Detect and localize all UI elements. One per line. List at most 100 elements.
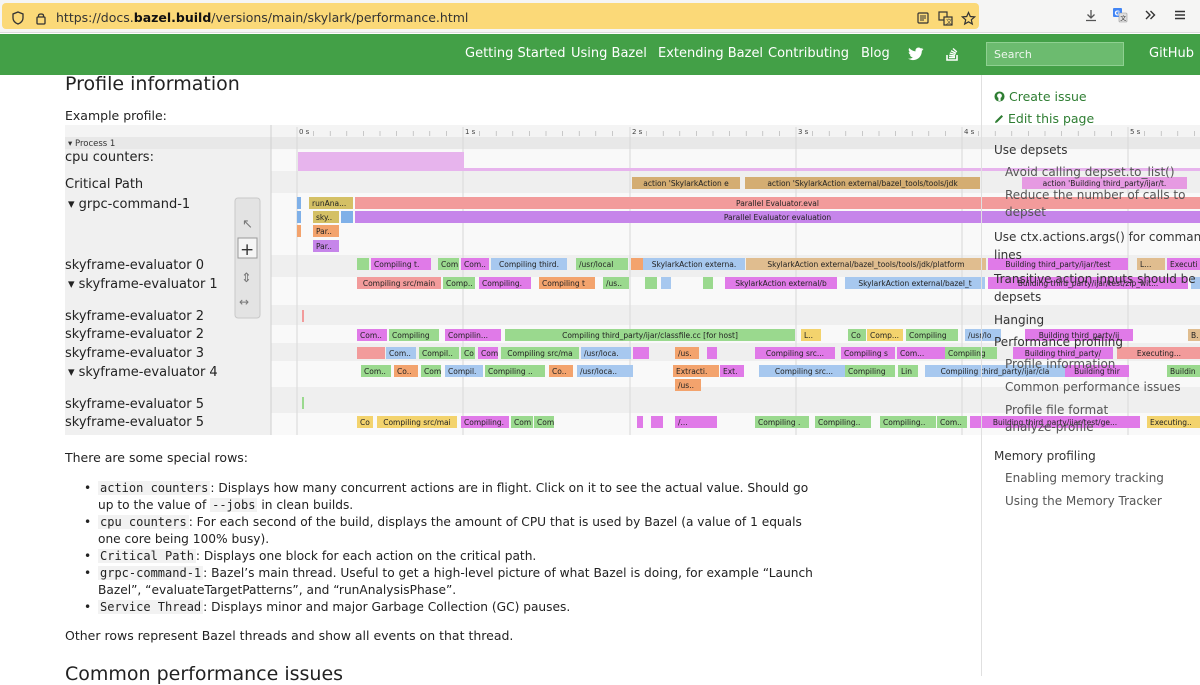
profile-block-label: Compiling: [392, 331, 430, 340]
profile-block-label: /us.: [678, 349, 692, 358]
toc-item[interactable]: Performance profiling: [994, 335, 1123, 349]
create-issue-link[interactable]: Create issue: [994, 89, 1087, 104]
toc-item[interactable]: Use depsets: [994, 143, 1067, 157]
list-item-text: : Displays one block for each action on …: [195, 549, 537, 563]
list-item-text: in clean builds.: [257, 498, 354, 513]
profile-block-label: Comp...: [870, 331, 899, 340]
toc-item[interactable]: Profile information: [1005, 357, 1115, 371]
toc-item[interactable]: Avoid calling depset.to_list(): [1005, 165, 1175, 179]
shield-icon[interactable]: [10, 10, 26, 26]
profile-block: [645, 277, 657, 289]
search-input[interactable]: [986, 42, 1124, 66]
toc-sidebar: Create issue Edit this page Use depsets A…: [981, 75, 1200, 676]
profile-block-label: Compiling third.: [499, 260, 559, 269]
profile-block-label: L..: [804, 331, 813, 340]
lock-icon[interactable]: [33, 10, 49, 26]
nav-using-bazel[interactable]: Using Bazel: [571, 46, 647, 61]
profile-block-label: Co..: [397, 367, 411, 376]
nav-getting-started[interactable]: Getting Started: [465, 46, 566, 61]
edit-page-link[interactable]: Edit this page: [994, 111, 1094, 126]
list-item: Service Thread: Displays minor and major…: [84, 599, 814, 616]
profile-block-label: Compiling s: [844, 349, 888, 358]
profile-block-label: Compiling .: [758, 418, 800, 427]
profile-block: [357, 258, 369, 270]
nav-contributing[interactable]: Contributing: [768, 46, 849, 61]
edit-page-label: Edit this page: [1007, 111, 1095, 126]
site-navbar: Getting Started Using Bazel Extending Ba…: [0, 34, 1200, 75]
profile-block-label: Com..: [360, 331, 382, 340]
overflow-icon[interactable]: [1142, 7, 1158, 23]
url-path: /versions/main/skylark/performance.html: [211, 10, 469, 25]
profile-block-label: Com...: [900, 349, 924, 358]
list-item: cpu counters: For each second of the bui…: [84, 514, 814, 548]
profile-block-label: action 'SkylarkAction e: [643, 179, 729, 188]
nav-extending-bazel[interactable]: Extending Bazel: [658, 46, 763, 61]
profile-block-label: Compiling src...: [775, 367, 833, 376]
menu-icon[interactable]: [1172, 7, 1188, 23]
toc-item[interactable]: analyze-profile: [1005, 420, 1094, 434]
select-tool-icon: ↖: [242, 217, 253, 232]
profile-block-label: /us..: [606, 279, 622, 288]
profile-block-label: Compiling third_party/ijar/classfile.cc …: [562, 331, 738, 340]
nav-github[interactable]: GitHub: [1149, 46, 1194, 61]
profile-block-label: Co..: [552, 367, 566, 376]
profile-block: [707, 347, 717, 359]
profile-block-label: SkylarkAction externa.: [652, 260, 736, 269]
svg-text:文: 文: [946, 18, 952, 26]
toc-item[interactable]: depset: [1005, 205, 1046, 219]
other-rows-text: Other rows represent Bazel threads and s…: [65, 628, 514, 643]
profile-block: [633, 347, 649, 359]
profile-block-label: Extracti.: [676, 367, 707, 376]
toc-item[interactable]: Profile file format: [1005, 403, 1108, 417]
reader-icon[interactable]: [915, 10, 931, 26]
special-rows-intro: There are some special rows:: [65, 450, 249, 465]
list-item-text: : For each second of the build, displays…: [98, 515, 802, 547]
svg-text:文: 文: [1120, 15, 1126, 23]
star-icon[interactable]: [960, 10, 976, 26]
zoom-in-icon: +: [240, 240, 254, 260]
profile-block-label: Com: [441, 260, 458, 269]
browser-toolbar: https://docs.bazel.build/versions/main/s…: [0, 0, 1200, 33]
create-issue-label: Create issue: [1008, 89, 1087, 104]
inline-code: cpu counters: [98, 515, 189, 529]
example-profile-label: Example profile:: [65, 108, 167, 123]
toc-item[interactable]: Enabling memory tracking: [1005, 471, 1164, 485]
url-prefix: https://docs.: [56, 10, 134, 25]
inline-code: Service Thread: [98, 600, 204, 614]
url-text[interactable]: https://docs.bazel.build/versions/main/s…: [56, 10, 468, 25]
pan-tool-icon: ⇕: [241, 271, 252, 286]
translate-ext-icon[interactable]: G文: [1112, 7, 1128, 23]
stackoverflow-icon[interactable]: [945, 45, 960, 66]
toc-item[interactable]: Reduce the number of calls to: [1005, 188, 1185, 202]
profile-block-label: Compil.: [448, 367, 476, 376]
toc-item[interactable]: Memory profiling: [994, 449, 1096, 463]
twitter-icon[interactable]: [908, 46, 924, 65]
profile-block-label: Com: [424, 367, 441, 376]
tick-label: 3 s: [798, 128, 809, 136]
toc-item[interactable]: Common performance issues: [1005, 380, 1181, 394]
section-heading-profile-information: Profile information: [65, 73, 240, 95]
toc-item[interactable]: Hanging: [994, 313, 1044, 327]
download-icon[interactable]: [1083, 7, 1099, 23]
profile-block-label: Com: [481, 349, 498, 358]
toc-item[interactable]: lines: [994, 248, 1022, 262]
address-bar[interactable]: https://docs.bazel.build/versions/main/s…: [2, 3, 979, 29]
toc-item[interactable]: Using the Memory Tracker: [1005, 494, 1162, 508]
track-label: skyframe-evaluator 3: [65, 346, 204, 361]
profile-block-label: /usr/loca..: [580, 367, 617, 376]
nav-blog[interactable]: Blog: [861, 46, 890, 61]
profile-block-label: Parallel Evaluator evaluation: [724, 213, 832, 222]
profile-block-label: SkylarkAction external/b: [735, 279, 827, 288]
toc-item[interactable]: depsets: [994, 290, 1041, 304]
track-label: ▾ skyframe-evaluator 1: [68, 277, 218, 292]
profile-block-label: Co: [851, 331, 861, 340]
toc-item[interactable]: Use ctx.actions.args() for command: [994, 230, 1200, 244]
profile-block-label: /usr/loca.: [584, 349, 619, 358]
profile-block-label: Co: [464, 349, 474, 358]
translate-icon[interactable]: 文: [937, 10, 953, 26]
track-label: ▾ grpc-command-1: [68, 197, 190, 212]
toc-item[interactable]: Transitive action inputs should be: [994, 272, 1196, 286]
profile-block-label: /...: [678, 418, 688, 427]
profile-block-label: action 'SkylarkAction external/bazel_too…: [767, 179, 958, 188]
profile-block-label: Com: [537, 418, 554, 427]
